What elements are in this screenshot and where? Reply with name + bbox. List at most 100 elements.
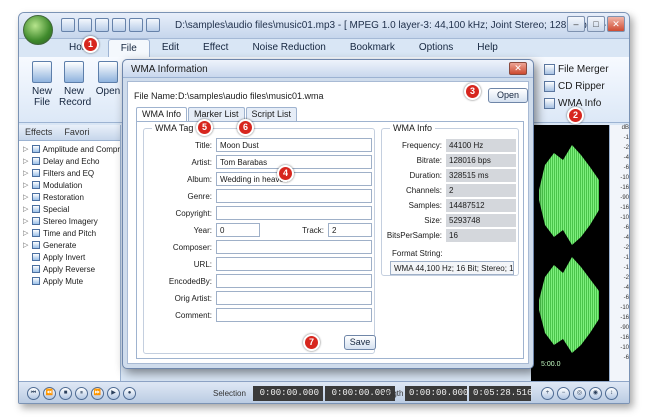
tree-item[interactable]: ▷ Delay and Echo [23,155,120,167]
menu-help[interactable]: Help [465,39,510,57]
frequency-value: 44100 Hz [446,139,516,152]
db-tick: -4 [623,235,629,241]
play-icon[interactable]: ▶ [107,387,120,400]
composer-field[interactable] [216,240,372,254]
album-row: Album: Wedding in heaven [144,172,376,187]
expand-arrow-icon[interactable]: ▷ [23,217,29,225]
pause-icon[interactable]: ⏸ [75,387,88,400]
redo-icon[interactable] [129,18,143,32]
maximize-button[interactable]: □ [587,16,605,32]
expand-arrow-icon[interactable]: ▷ [23,169,29,177]
save-icon[interactable] [95,18,109,32]
effect-icon [31,145,40,153]
record-icon[interactable]: ● [123,387,136,400]
stop-icon[interactable]: ■ [59,387,72,400]
tree-item-label: Amplitude and Compr [42,144,120,154]
window-controls: – □ ✕ [567,16,625,32]
encodedby-field[interactable] [216,274,372,288]
zoom-in-icon[interactable]: + [541,387,554,400]
genre-field[interactable] [216,189,372,203]
tree-item[interactable]: Apply Mute [23,275,120,287]
tab-effects[interactable]: Effects [19,125,58,140]
tree-item-label: Modulation [43,180,83,190]
expand-arrow-icon[interactable]: ▷ [23,193,29,201]
tab-favorites[interactable]: Favori [58,125,95,140]
album-field[interactable]: Wedding in heaven [216,172,372,186]
zoom-vertical-icon[interactable]: ↕ [605,387,618,400]
expand-arrow-icon[interactable]: ▷ [23,229,29,237]
close-button[interactable]: ✕ [607,16,625,32]
effect-icon [32,229,40,237]
tree-item[interactable]: Apply Reverse [23,263,120,275]
channels-label: Channels: [405,186,442,195]
tree-item[interactable]: ▷ Special [23,203,120,215]
menu-noise-reduction[interactable]: Noise Reduction [240,39,337,57]
open-button[interactable]: Open [488,88,528,103]
expand-arrow-icon[interactable]: ▷ [23,241,29,249]
title-field[interactable]: Moon Dust [216,138,372,152]
effect-icon [32,241,40,249]
callout-5: 5 [196,119,213,136]
expand-arrow-icon[interactable]: ▷ [23,205,29,213]
tab-marker-list[interactable]: Marker List [188,107,245,121]
fast-forward-icon[interactable]: ⏩ [91,387,104,400]
undo-icon[interactable] [112,18,126,32]
new-record-button[interactable]: New Record [59,61,91,108]
tree-item-label: Apply Mute [43,276,84,286]
tree-item[interactable]: ▷ Generate [23,239,120,251]
open-icon[interactable] [78,18,92,32]
tree-item[interactable]: ▷ Amplitude and Compr [23,143,120,155]
tab-script-list[interactable]: Script List [245,107,298,121]
menu-bookmark[interactable]: Bookmark [338,39,407,57]
tree-item[interactable]: ▷ Restoration [23,191,120,203]
comment-field[interactable] [216,308,372,322]
new-icon[interactable] [61,18,75,32]
dialog-close-button[interactable]: ✕ [509,62,527,75]
url-field[interactable] [216,257,372,271]
expand-arrow-icon[interactable]: ▷ [23,181,29,189]
total-time: 0:05:28.516 [469,386,532,401]
expand-arrow-icon[interactable]: ▷ [23,145,29,153]
expand-arrow-icon[interactable]: ▷ [23,157,29,165]
db-scale: dB -1 -2 -4 -6 -10 -16 -90 -16 -10 -6 -4… [609,125,629,381]
rewind-start-icon[interactable]: ⏮ [27,387,40,400]
tree-item[interactable]: ▷ Modulation [23,179,120,191]
menu-options[interactable]: Options [407,39,465,57]
zoom-selection-icon[interactable]: ◎ [573,387,586,400]
waveform-view[interactable]: 5:00.0 [531,125,609,381]
zoom-out-icon[interactable]: − [557,387,570,400]
artist-field[interactable]: Tom Barabas [216,155,372,169]
save-button[interactable]: Save [344,335,376,350]
zoom-all-icon[interactable]: ◉ [589,387,602,400]
callout-1: 1 [82,36,99,53]
open-ribbon-button[interactable]: Open [93,61,123,97]
cd-ripper-button[interactable]: CD Ripper [544,78,609,95]
timeline-label: 5:00.0 [541,361,561,368]
window-title: D:\samples\audio files\music01.mp3 - [ M… [175,20,624,31]
new-file-button[interactable]: New File [27,61,57,108]
year-field[interactable]: 0 [216,223,260,237]
size-label: Size: [424,216,442,225]
app-menu-orb-icon[interactable] [23,15,53,45]
tree-item[interactable]: ▷ Filters and EQ [23,167,120,179]
file-merger-button[interactable]: File Merger [544,61,609,78]
waveform-channel-left [539,145,599,245]
tree-item[interactable]: Apply Invert [23,251,120,263]
rewind-icon[interactable]: ⏪ [43,387,56,400]
menu-effect[interactable]: Effect [191,39,240,57]
db-tick: -10 [620,345,629,351]
minimize-button[interactable]: – [567,16,585,32]
tree-item[interactable]: ▷ Time and Pitch [23,227,120,239]
menu-file[interactable]: File [107,39,150,57]
customize-icon[interactable] [146,18,160,32]
orig-artist-field[interactable] [216,291,372,305]
menu-edit[interactable]: Edit [150,39,191,57]
track-field[interactable]: 2 [328,223,372,237]
effect-icon [32,193,40,201]
encodedby-label: EncodedBy: [168,277,212,286]
tab-wma-info[interactable]: WMA Info [136,107,188,121]
tree-item-label: Special [43,204,70,214]
copyright-field[interactable] [216,206,372,220]
tree-item[interactable]: ▷ Stereo Imagery [23,215,120,227]
comment-label: Comment: [175,311,212,320]
